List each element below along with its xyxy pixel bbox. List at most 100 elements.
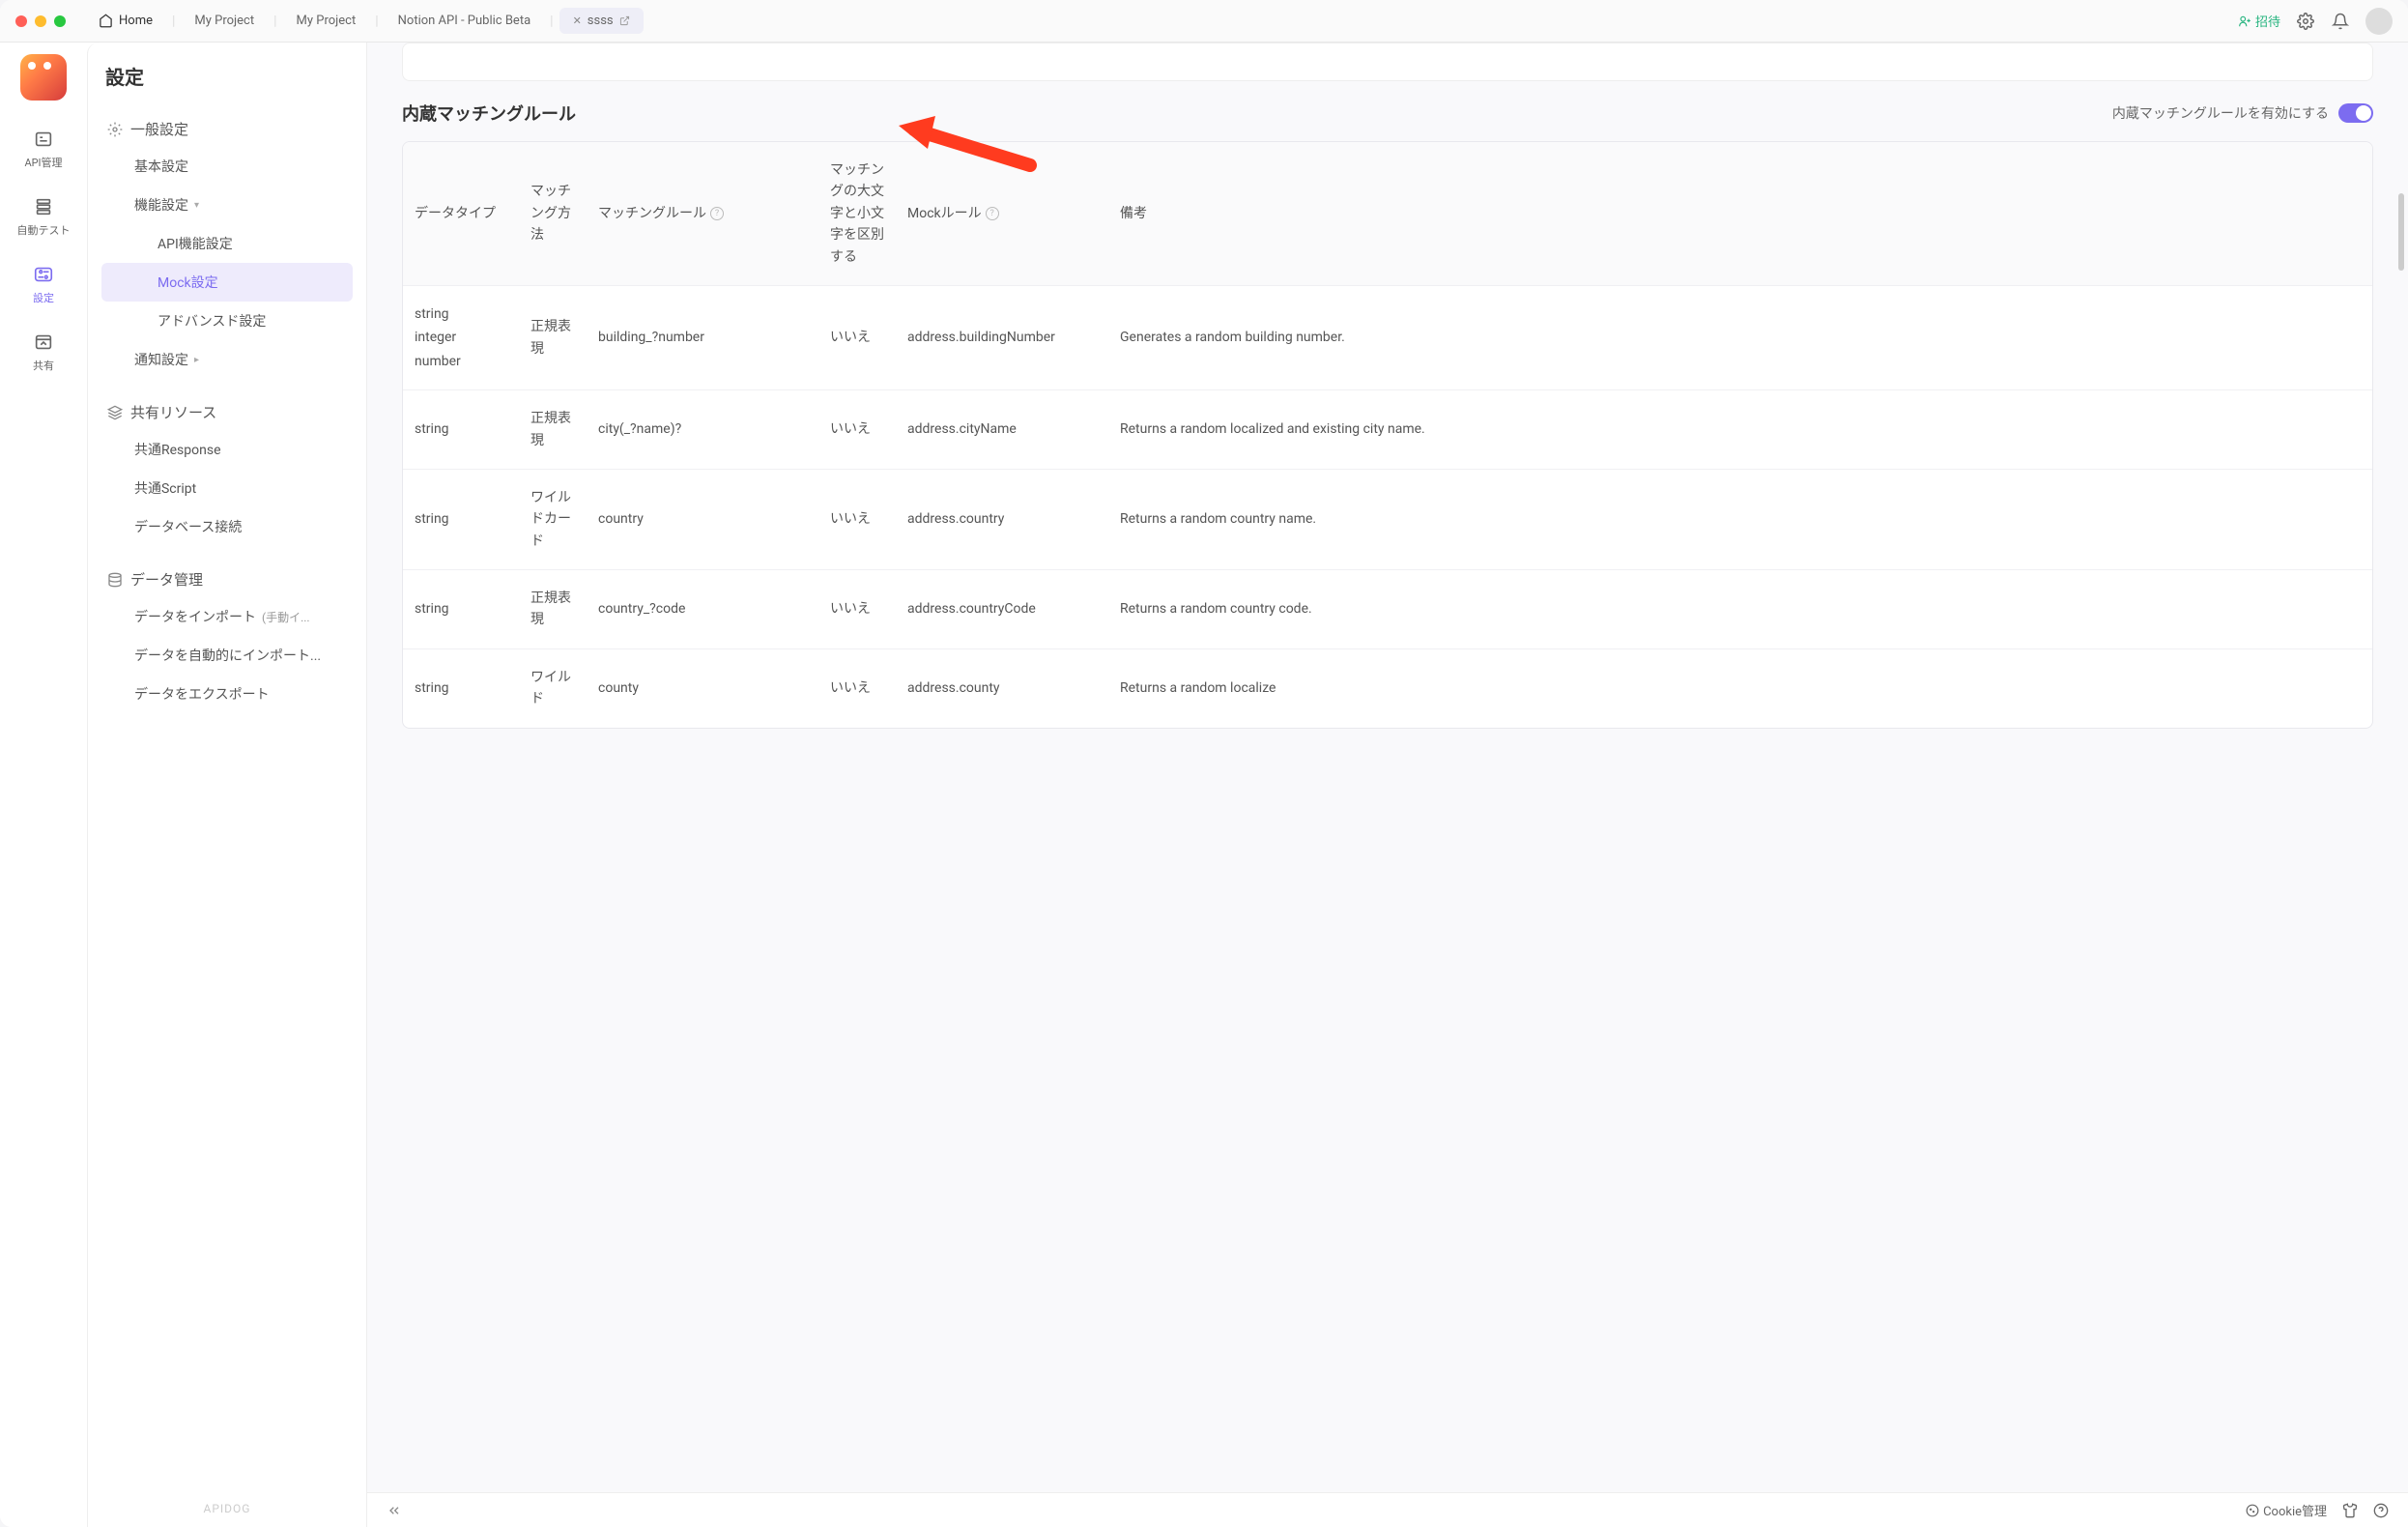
minimize-window-button[interactable] [35, 15, 46, 27]
cell-match-method: 正規表現 [519, 390, 587, 469]
invite-label: 招待 [2255, 12, 2280, 30]
chevron-right-icon: ▸ [194, 355, 199, 365]
cell-match-rule: country_?code [587, 570, 818, 648]
tab-notion-api[interactable]: Notion API - Public Beta [385, 8, 545, 34]
app-logo[interactable] [20, 54, 67, 101]
scrollbar[interactable] [2398, 193, 2404, 271]
cell-case-sensitive: いいえ [818, 286, 896, 389]
cell-remarks: Returns a random country code. [1108, 570, 2372, 648]
nav-import-data[interactable]: データをインポート (手動イ... [101, 597, 353, 636]
rail-settings[interactable]: 設定 [0, 257, 87, 311]
home-icon [99, 14, 113, 28]
tab-bar: Home | My Project | My Project | Notion … [85, 8, 2238, 34]
tab-label: My Project [297, 14, 357, 28]
help-icon[interactable]: ? [710, 207, 724, 220]
help-circle-icon[interactable] [2373, 1503, 2389, 1518]
section-header-shared[interactable]: 共有リソース [101, 394, 353, 430]
help-icon[interactable]: ? [986, 207, 999, 220]
cell-remarks: Returns a random country name. [1108, 470, 2372, 569]
cell-case-sensitive: いいえ [818, 470, 896, 569]
cell-remarks: Generates a random building number. [1108, 286, 2372, 389]
rail-label: 設定 [33, 290, 54, 305]
cell-remarks: Returns a random localize [1108, 649, 2372, 728]
sidebar-title: 設定 [101, 62, 353, 90]
header-match-rule: マッチングルール? [587, 142, 818, 285]
nav-notification-settings[interactable]: 通知設定 ▸ [101, 340, 353, 379]
settings-sidebar: 設定 一般設定 基本設定 機能設定 ▾ API機能設定 Mock設 [87, 43, 367, 1527]
settings-gear-button[interactable] [2296, 12, 2315, 31]
bottom-bar: Cookie管理 [367, 1492, 2408, 1527]
close-window-button[interactable] [15, 15, 27, 27]
tab-label: Home [119, 14, 153, 28]
section-header-general[interactable]: 一般設定 [101, 111, 353, 147]
user-avatar[interactable] [2365, 8, 2393, 35]
tab-project-2[interactable]: My Project [283, 8, 370, 34]
nav-database-connection[interactable]: データベース接続 [101, 507, 353, 546]
notifications-button[interactable] [2331, 12, 2350, 31]
header-mock-rule: Mockルール? [896, 142, 1108, 285]
cell-case-sensitive: いいえ [818, 570, 896, 648]
tab-label: Notion API - Public Beta [398, 14, 531, 28]
maximize-window-button[interactable] [54, 15, 66, 27]
external-link-icon [619, 15, 630, 26]
nav-label: API機能設定 [158, 234, 233, 253]
nav-common-response[interactable]: 共通Response [101, 430, 353, 469]
layers-icon [107, 405, 123, 420]
window-controls [15, 15, 66, 27]
nav-auto-import-data[interactable]: データを自動的にインポート... [101, 636, 353, 675]
matching-rules-table: データタイプ マッチング方法 マッチングルール? マッチングの大文字と小文字を区… [402, 141, 2373, 729]
cell-mock-rule: address.buildingNumber [896, 286, 1108, 389]
nav-basic-settings[interactable]: 基本設定 [101, 147, 353, 186]
rail-label: 共有 [33, 358, 54, 373]
nav-mock-settings[interactable]: Mock設定 [101, 263, 353, 302]
header-datatype: データタイプ [403, 142, 519, 285]
nav-advanced-settings[interactable]: アドバンスド設定 [101, 302, 353, 340]
cell-mock-rule: address.country [896, 470, 1108, 569]
user-plus-icon [2238, 14, 2251, 28]
brand-footer: APIDOG [88, 1502, 366, 1515]
main-content: 内蔵マッチングルール 内蔵マッチングルールを有効にする データタイプ [367, 43, 2408, 1527]
close-tab-icon[interactable]: ✕ [573, 14, 582, 27]
cell-match-method: 正規表現 [519, 570, 587, 648]
table-row: stringワイルドcountyいいえaddress.countyReturns… [403, 649, 2372, 728]
cell-match-rule: country [587, 470, 818, 569]
table-row: stringワイルドカードcountryいいえaddress.countryRe… [403, 470, 2372, 570]
sidebar-section-shared: 共有リソース 共通Response 共通Script データベース接続 [101, 394, 353, 546]
rail-autotest[interactable]: 自動テスト [0, 189, 87, 244]
cookie-label: Cookie管理 [2263, 1501, 2327, 1519]
nav-suffix: (手動イ... [262, 609, 310, 625]
shirt-icon[interactable] [2342, 1503, 2358, 1518]
nav-api-feature-settings[interactable]: API機能設定 [101, 224, 353, 263]
invite-button[interactable]: 招待 [2238, 12, 2280, 30]
cell-datatype: string [403, 470, 519, 569]
bell-icon [2332, 13, 2349, 30]
nav-label: Mock設定 [158, 273, 218, 292]
cell-match-rule: county [587, 649, 818, 728]
tab-home[interactable]: Home [85, 8, 166, 34]
nav-common-script[interactable]: 共通Script [101, 469, 353, 507]
cell-datatype: string [403, 649, 519, 728]
cell-datatype: string [403, 390, 519, 469]
rail-share[interactable]: 共有 [0, 325, 87, 379]
cell-mock-rule: address.countryCode [896, 570, 1108, 648]
nav-label: データをエクスポート [134, 684, 270, 704]
sidebar-section-data: データ管理 データをインポート (手動イ... データを自動的にインポート...… [101, 562, 353, 713]
tab-label: ssss [588, 14, 614, 28]
header-remarks: 備考 [1108, 142, 2372, 285]
rail-api[interactable]: API管理 [0, 122, 87, 176]
tab-project-1[interactable]: My Project [181, 8, 268, 34]
rules-section-header: 内蔵マッチングルール 内蔵マッチングルールを有効にする [367, 101, 2408, 126]
cell-match-method: 正規表現 [519, 286, 587, 389]
cell-match-method: ワイルドカード [519, 470, 587, 569]
collapse-sidebar-icon[interactable] [387, 1503, 402, 1518]
api-icon [32, 128, 55, 151]
tab-ssss[interactable]: ✕ ssss [559, 8, 644, 34]
enable-rules-toggle[interactable] [2338, 103, 2373, 123]
nav-label: 共通Script [134, 478, 196, 498]
section-header-data[interactable]: データ管理 [101, 562, 353, 597]
cell-datatype: stringintegernumber [403, 286, 519, 389]
nav-export-data[interactable]: データをエクスポート [101, 675, 353, 713]
tab-label: My Project [194, 14, 254, 28]
nav-feature-settings[interactable]: 機能設定 ▾ [101, 186, 353, 224]
cookie-management-link[interactable]: Cookie管理 [2246, 1501, 2327, 1519]
